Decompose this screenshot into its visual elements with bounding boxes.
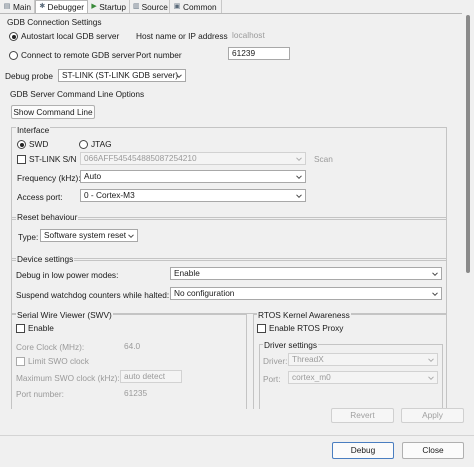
interface-title: Interface xyxy=(16,125,51,135)
chevron-down-icon xyxy=(296,157,302,162)
reset-title: Reset behaviour xyxy=(16,212,79,222)
driver-select[interactable]: ThreadX xyxy=(288,353,438,366)
jtag-radio[interactable] xyxy=(79,140,88,149)
apply-button[interactable]: Apply xyxy=(401,408,464,423)
tab-common[interactable]: ▣ Common xyxy=(170,0,222,13)
access-port-label: Access port: xyxy=(17,192,63,202)
device-settings-title: Device settings xyxy=(16,254,75,264)
tab-startup[interactable]: ▶ Startup xyxy=(88,0,130,13)
scan-button[interactable]: Scan xyxy=(314,154,333,164)
swd-radio[interactable] xyxy=(17,140,26,149)
rtos-title: RTOS Kernel Awareness xyxy=(257,310,351,320)
reset-type-select[interactable]: Software system reset xyxy=(40,229,138,242)
swv-port-field[interactable]: 61235 xyxy=(120,387,182,400)
limit-swo-label: Limit SWO clock xyxy=(28,356,89,366)
rtos-enable-label: Enable RTOS Proxy xyxy=(269,323,344,333)
rtos-port-label: Port: xyxy=(263,374,281,384)
stlink-sn-value: 066AFF545454885087254210 xyxy=(84,153,197,163)
tab-debugger[interactable]: ✱ Debugger xyxy=(35,0,88,13)
reset-type-label: Type: xyxy=(18,232,39,242)
watchdog-select[interactable]: No configuration xyxy=(170,287,442,300)
stlink-sn-label: ST-LINK S/N xyxy=(29,154,77,164)
vertical-scrollbar[interactable] xyxy=(462,13,474,409)
footer-separator xyxy=(0,435,474,436)
tab-main[interactable]: ▤ Main xyxy=(0,0,35,13)
debug-probe-value: ST-LINK (ST-LINK GDB server) xyxy=(62,70,179,80)
tab-common-label: Common xyxy=(183,1,217,12)
swv-port-label: Port number: xyxy=(16,389,64,399)
chevron-down-icon xyxy=(128,234,134,239)
stlink-sn-select[interactable]: 066AFF545454885087254210 xyxy=(80,152,306,165)
reset-type-value: Software system reset xyxy=(44,230,127,240)
port-label: Port number xyxy=(136,50,182,60)
driver-value: ThreadX xyxy=(292,354,324,364)
startup-icon: ▶ xyxy=(91,2,97,10)
server-options-title: GDB Server Command Line Options xyxy=(10,89,145,99)
tab-source[interactable]: ▥ Source xyxy=(130,0,170,13)
access-port-value: 0 - Cortex-M3 xyxy=(84,190,135,200)
gdb-connection-title: GDB Connection Settings xyxy=(7,17,102,27)
low-power-value: Enable xyxy=(174,268,200,278)
chevron-down-icon xyxy=(428,376,434,381)
swv-enable-label: Enable xyxy=(28,323,54,333)
rtos-port-select[interactable]: cortex_m0 xyxy=(288,371,438,384)
driver-label: Driver: xyxy=(263,356,288,366)
swv-enable-checkbox[interactable] xyxy=(16,324,25,333)
remote-gdb-radio[interactable] xyxy=(9,51,18,60)
tab-startup-label: Startup xyxy=(99,1,126,12)
max-swo-label: Maximum SWO clock (kHz): xyxy=(16,373,120,383)
autostart-label: Autostart local GDB server xyxy=(21,31,120,41)
swd-label: SWD xyxy=(29,139,49,149)
chevron-down-icon xyxy=(176,74,182,79)
low-power-label: Debug in low power modes: xyxy=(16,270,119,280)
debug-probe-select[interactable]: ST-LINK (ST-LINK GDB server) xyxy=(58,69,186,82)
stlink-sn-checkbox[interactable] xyxy=(17,155,26,164)
chevron-down-icon xyxy=(428,358,434,363)
revert-button[interactable]: Revert xyxy=(331,408,394,423)
tab-bar: ▤ Main ✱ Debugger ▶ Startup ▥ Source ▣ C… xyxy=(0,0,474,13)
rtos-port-value: cortex_m0 xyxy=(292,372,331,382)
frequency-select[interactable]: Auto xyxy=(80,170,306,183)
chevron-down-icon xyxy=(296,194,302,199)
source-icon: ▥ xyxy=(133,2,140,10)
tab-main-label: Main xyxy=(13,1,31,12)
tab-debugger-label: Debugger xyxy=(47,2,84,12)
watchdog-label: Suspend watchdog counters while halted: xyxy=(16,290,170,300)
rtos-enable-checkbox[interactable] xyxy=(257,324,266,333)
host-field[interactable]: localhost xyxy=(228,29,292,42)
core-clock-field[interactable]: 64.0 xyxy=(120,340,182,353)
debug-button[interactable]: Debug xyxy=(332,442,394,459)
access-port-select[interactable]: 0 - Cortex-M3 xyxy=(80,189,306,202)
limit-swo-checkbox[interactable] xyxy=(16,357,25,366)
remote-gdb-label: Connect to remote GDB server xyxy=(21,50,135,60)
scrollbar-thumb[interactable] xyxy=(466,15,470,273)
host-label: Host name or IP address xyxy=(136,31,228,41)
close-button[interactable]: Close xyxy=(402,442,464,459)
jtag-label: JTAG xyxy=(91,139,112,149)
debugger-tab-content: GDB Connection Settings Autostart local … xyxy=(0,13,462,409)
port-field[interactable]: 61239 xyxy=(228,47,290,60)
core-clock-label: Core Clock (MHz): xyxy=(16,342,85,352)
max-swo-field[interactable]: auto detect xyxy=(120,370,182,383)
show-command-line-button[interactable]: Show Command Line xyxy=(11,105,95,119)
watchdog-value: No configuration xyxy=(174,288,235,298)
chevron-down-icon xyxy=(296,175,302,180)
frequency-label: Frequency (kHz): xyxy=(17,173,81,183)
common-icon: ▣ xyxy=(173,2,181,10)
low-power-select[interactable]: Enable xyxy=(170,267,442,280)
debugger-icon: ✱ xyxy=(39,3,46,10)
chevron-down-icon xyxy=(432,272,438,277)
frequency-value: Auto xyxy=(84,171,102,181)
debug-probe-label: Debug probe xyxy=(5,71,53,81)
autostart-radio[interactable] xyxy=(9,32,18,41)
main-icon: ▤ xyxy=(3,2,11,10)
chevron-down-icon xyxy=(432,292,438,297)
driver-settings-title: Driver settings xyxy=(263,340,319,350)
swv-title: Serial Wire Viewer (SWV) xyxy=(16,310,113,320)
tab-source-label: Source xyxy=(141,1,168,12)
